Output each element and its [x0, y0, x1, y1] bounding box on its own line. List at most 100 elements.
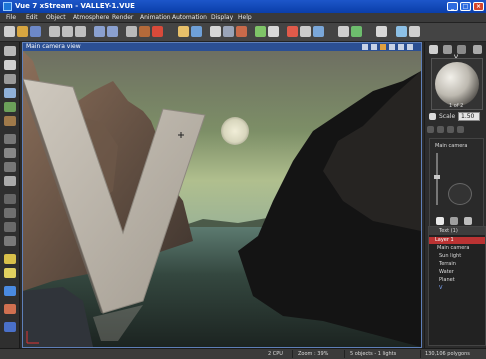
display-icon[interactable]	[396, 26, 407, 37]
grid-icon[interactable]	[338, 26, 349, 37]
open-folder-icon[interactable]	[17, 26, 28, 37]
tree-item-v[interactable]: V	[429, 285, 442, 292]
status-zoom: Zoom : 39%	[298, 351, 329, 357]
scroll-right-icon[interactable]	[398, 44, 404, 50]
animation-wizard-icon[interactable]	[268, 26, 279, 37]
redo-icon[interactable]	[107, 26, 118, 37]
render-options-icon[interactable]	[236, 26, 247, 37]
atmosphere-sun-icon[interactable]	[178, 26, 189, 37]
viewport-menu-icon[interactable]	[362, 44, 368, 50]
new-file-icon[interactable]	[4, 26, 15, 37]
record-icon[interactable]	[287, 26, 298, 37]
status-separator	[420, 350, 421, 358]
viewport-header: Main camera view	[23, 43, 421, 51]
menu-file[interactable]: File	[6, 14, 16, 21]
text-tool-icon[interactable]	[4, 60, 16, 70]
toggle-panels-icon[interactable]	[409, 26, 420, 37]
camera-tool-icon[interactable]	[4, 286, 16, 296]
link-icon[interactable]	[210, 26, 221, 37]
menu-object[interactable]: Object	[46, 14, 66, 21]
render-icon[interactable]	[255, 26, 266, 37]
minimize-button[interactable]: _	[447, 2, 458, 11]
window-title: Vue 7 xStream - VALLEY-1.VUE	[15, 2, 135, 10]
layer-row[interactable]: Layer 1	[429, 237, 485, 244]
camera-orbit-control[interactable]	[448, 183, 472, 205]
reset-scale-icon[interactable]	[429, 113, 436, 120]
save-icon[interactable]	[30, 26, 41, 37]
menu-render[interactable]: Render	[112, 14, 133, 21]
close-button[interactable]: ×	[473, 2, 484, 11]
tree-item-label: V	[439, 285, 443, 291]
options-icon[interactable]	[376, 26, 387, 37]
render-tool-icon[interactable]	[4, 322, 16, 332]
panel-icon-4[interactable]	[457, 126, 464, 133]
rock-icon[interactable]	[4, 116, 16, 126]
menu-help[interactable]: Help	[238, 14, 252, 21]
water-icon[interactable]	[4, 88, 16, 98]
hyper-vue-icon[interactable]	[4, 304, 16, 314]
timeline-icon[interactable]	[300, 26, 311, 37]
layout-icon[interactable]	[351, 26, 362, 37]
cube-icon[interactable]	[4, 176, 16, 186]
panel-icon-1[interactable]	[427, 126, 434, 133]
tree-item-sun-light[interactable]: Sun light	[429, 253, 461, 260]
copy-icon[interactable]	[62, 26, 73, 37]
maximize-viewport-icon[interactable]	[407, 44, 413, 50]
cone-icon[interactable]	[4, 134, 16, 144]
spot-light-icon[interactable]	[4, 268, 16, 278]
metablob-icon[interactable]	[4, 236, 16, 246]
menu-edit[interactable]: Edit	[26, 14, 38, 21]
material-options-icon[interactable]	[473, 45, 482, 54]
main-camera-viewport[interactable]: Main camera view	[22, 42, 422, 348]
zoom-slider[interactable]	[436, 153, 438, 205]
undo-icon[interactable]	[94, 26, 105, 37]
camera-icon[interactable]	[223, 26, 234, 37]
zoom-slider-handle[interactable]	[434, 175, 440, 179]
world-browser-tab[interactable]: Text (1)	[429, 227, 485, 235]
pan-hand-icon[interactable]	[436, 217, 444, 225]
cylinder-icon[interactable]	[4, 162, 16, 172]
maximize-button[interactable]: □	[460, 2, 471, 11]
tree-item-main-camera[interactable]: Main camera	[429, 245, 469, 252]
status-polygons: 130,106 polygons	[425, 351, 470, 357]
tree-item-planet[interactable]: Planet	[429, 277, 455, 284]
pyramid-icon[interactable]	[4, 148, 16, 158]
camera-mode-icon[interactable]	[371, 44, 377, 50]
material-sphere-icon[interactable]	[443, 45, 452, 54]
boolean-icon[interactable]	[4, 222, 16, 232]
material-icon[interactable]	[139, 26, 150, 37]
paste-icon[interactable]	[75, 26, 86, 37]
torus-icon[interactable]	[4, 194, 16, 204]
tree-item-label: Sun light	[439, 253, 462, 259]
panel-icon-2[interactable]	[437, 126, 444, 133]
world-browser-tab-label: Text (1)	[439, 228, 458, 234]
light-icon[interactable]	[4, 254, 16, 264]
menu-animation[interactable]: Animation	[140, 14, 171, 21]
material-cube-icon[interactable]	[429, 45, 438, 54]
menu-display[interactable]: Display	[211, 14, 233, 21]
terrain-icon[interactable]	[4, 74, 16, 84]
panel-icon-3[interactable]	[447, 126, 454, 133]
ecosystem-icon[interactable]	[313, 26, 324, 37]
menu-automation[interactable]: Automation	[172, 14, 207, 21]
tree-item-water[interactable]: Water	[429, 269, 454, 276]
menu-bar: File Edit Object Atmosphere Render Anima…	[0, 13, 486, 23]
status-separator	[344, 350, 345, 358]
cut-icon[interactable]	[49, 26, 60, 37]
plant-icon[interactable]	[4, 102, 16, 112]
camera-rotate-icon[interactable]	[450, 217, 458, 225]
scroll-left-icon[interactable]	[389, 44, 395, 50]
cloud-icon[interactable]	[191, 26, 202, 37]
tree-item-terrain[interactable]: Terrain	[429, 261, 456, 268]
group-icon[interactable]	[4, 208, 16, 218]
status-cpu: 2 CPU	[268, 351, 283, 357]
lock-icon[interactable]	[380, 44, 386, 50]
material-plane-icon[interactable]	[457, 45, 466, 54]
tree-item-label: Water	[439, 269, 454, 275]
scale-input[interactable]: 1.50	[458, 112, 480, 121]
menu-atmosphere[interactable]: Atmosphere	[73, 14, 109, 21]
camera-move-icon[interactable]	[464, 217, 472, 225]
select-icon[interactable]	[152, 26, 163, 37]
sphere-icon[interactable]	[4, 46, 16, 56]
properties-icon[interactable]	[126, 26, 137, 37]
